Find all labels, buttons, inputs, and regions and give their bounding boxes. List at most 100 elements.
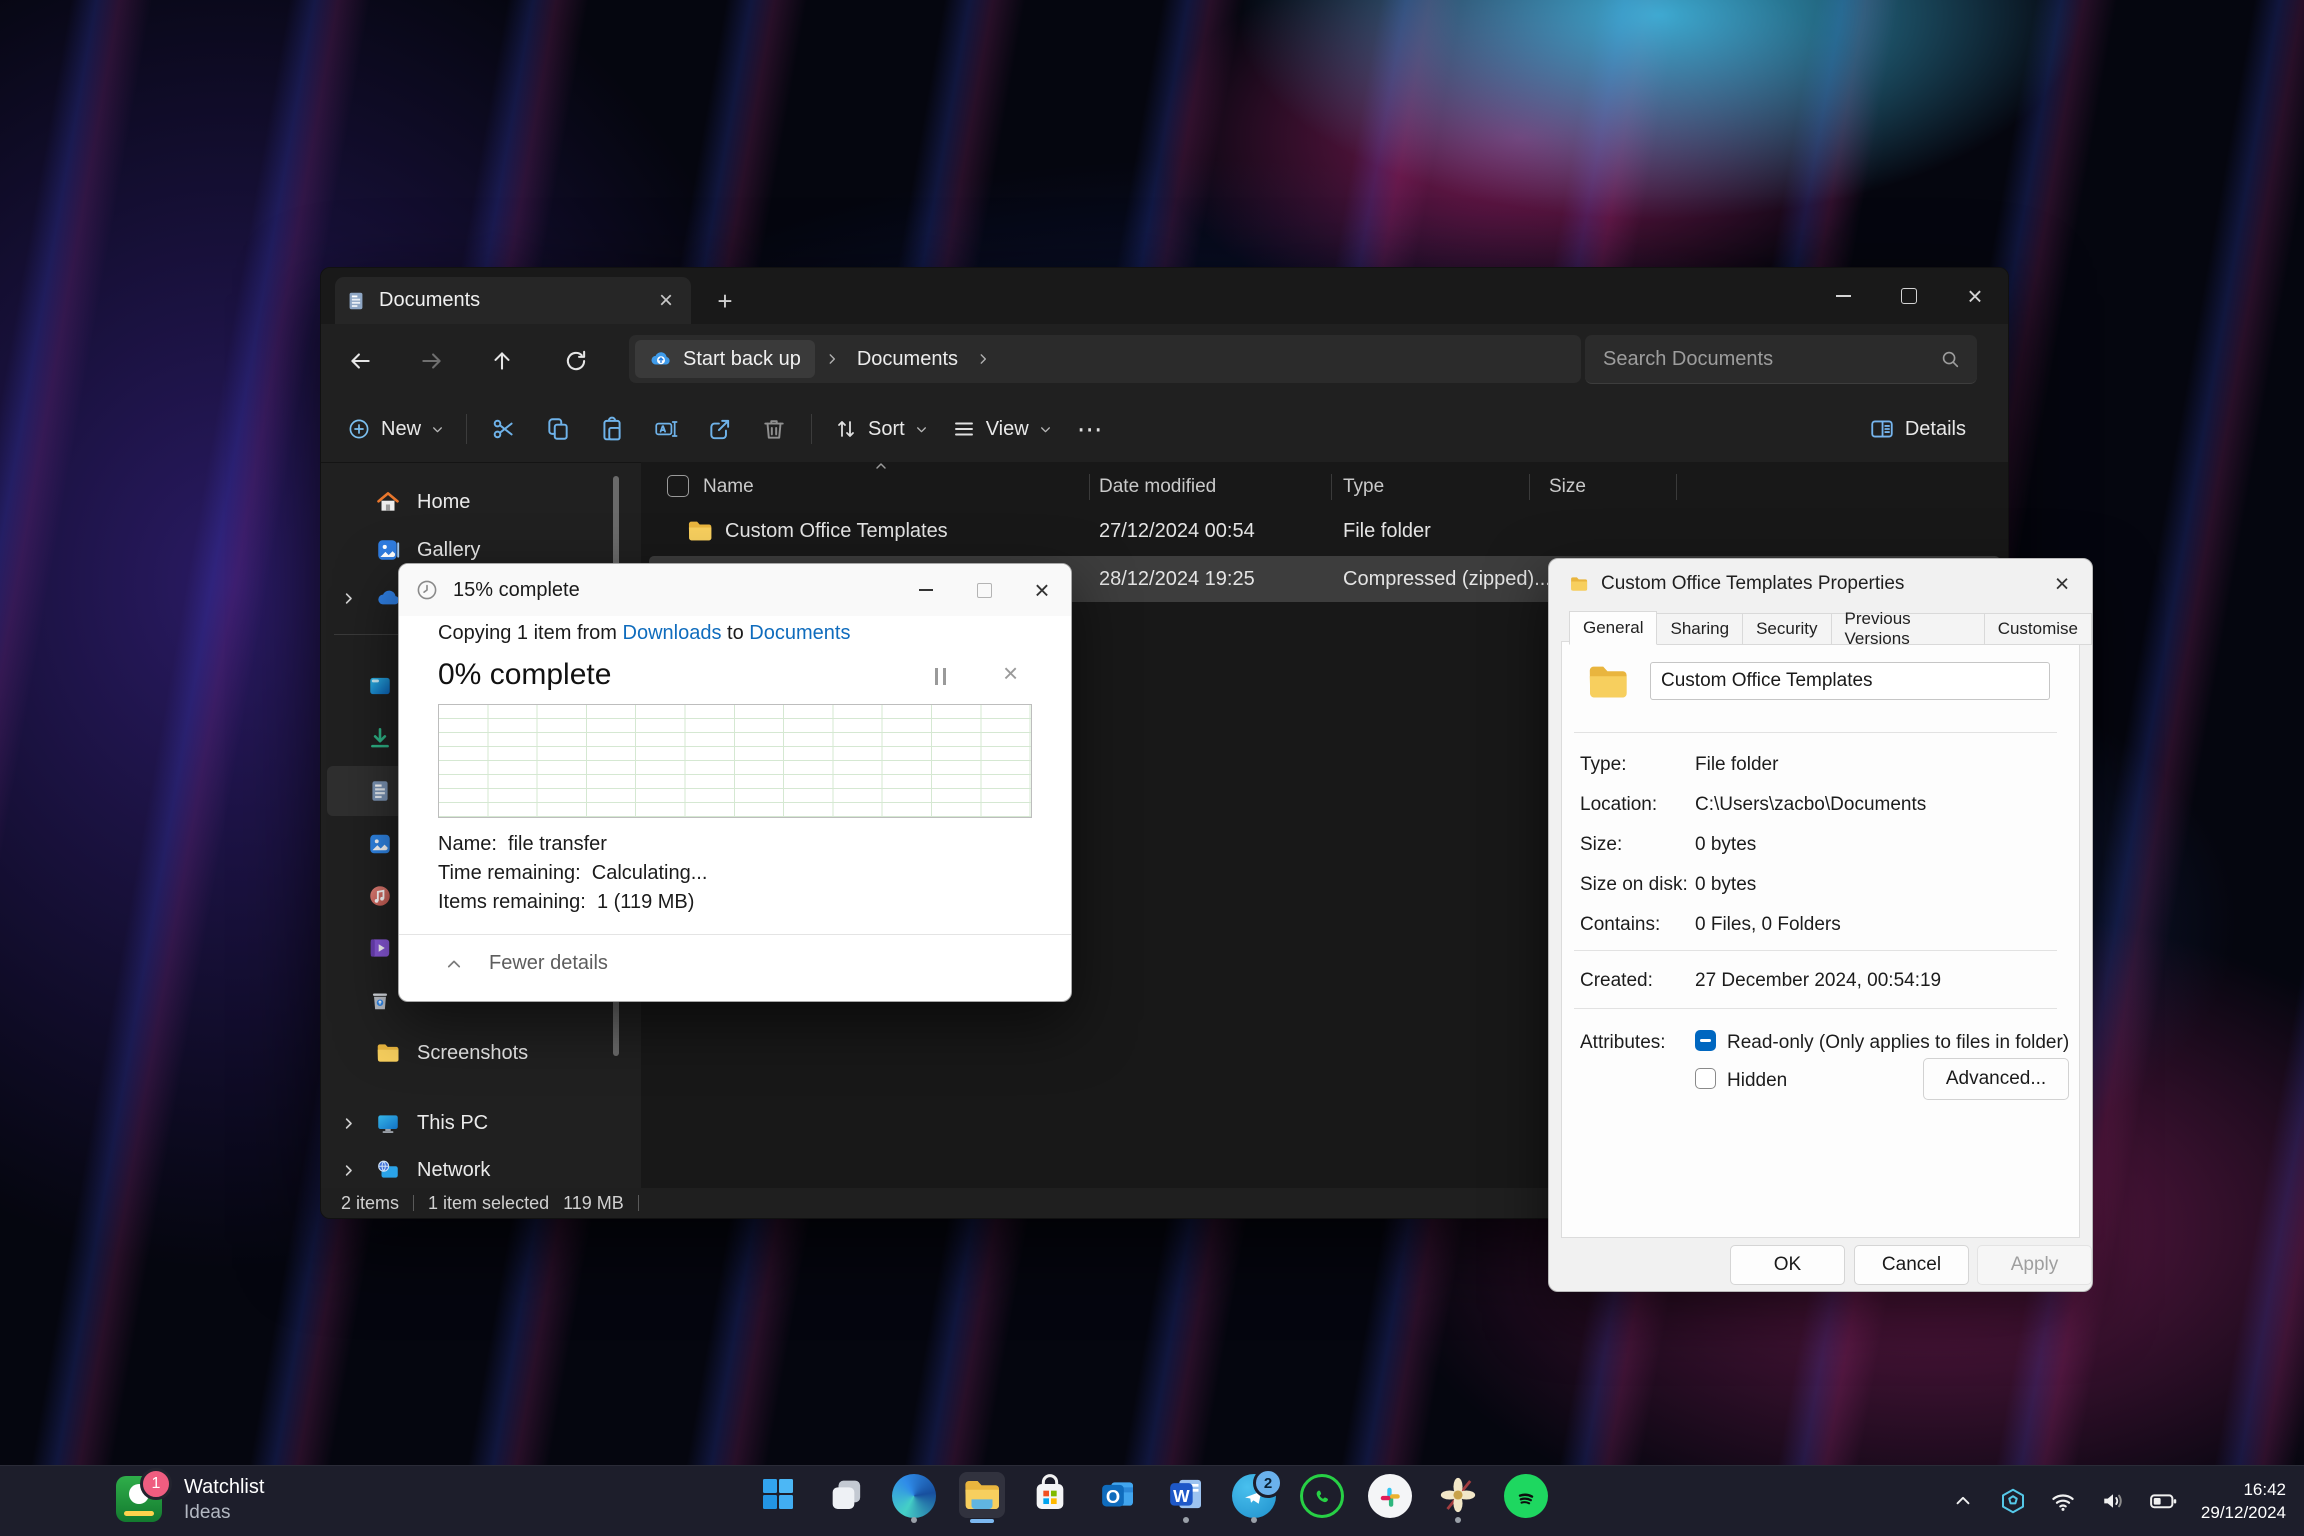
close-button[interactable]: × — [1013, 564, 1071, 616]
sidebar-item-network[interactable]: Network — [331, 1146, 621, 1194]
telegram-unread-badge: 2 — [1253, 1468, 1283, 1498]
tab-general[interactable]: General — [1569, 611, 1657, 645]
fewer-details-toggle[interactable]: Fewer details — [445, 952, 608, 975]
minimize-button[interactable] — [897, 564, 955, 616]
sidebar-item-recycle-bin[interactable] — [367, 987, 393, 1013]
tab-documents[interactable]: Documents × — [335, 277, 691, 324]
task-view-button[interactable] — [823, 1474, 869, 1524]
backup-breadcrumb-button[interactable]: Start back up — [635, 340, 815, 378]
home-icon — [375, 489, 401, 515]
wifi-icon[interactable] — [2045, 1483, 2081, 1519]
ok-button[interactable]: OK — [1730, 1245, 1845, 1285]
paste-button[interactable] — [592, 407, 632, 451]
source-folder-link[interactable]: Downloads — [623, 622, 722, 644]
percent-complete: 0% complete — [438, 658, 611, 692]
widgets-button[interactable]: 1 Watchlist Ideas — [116, 1476, 264, 1524]
copy-button[interactable] — [538, 407, 578, 451]
sidebar-item-videos[interactable] — [367, 935, 393, 961]
column-divider[interactable] — [1331, 474, 1332, 500]
taskbar-clock[interactable]: 16:42 29/12/2024 — [2201, 1478, 2286, 1524]
sidebar-item-downloads[interactable] — [367, 725, 393, 751]
cancel-button[interactable]: Cancel — [1854, 1245, 1969, 1285]
properties-general-page: Type: File folder Location: C:\Users\zac… — [1561, 641, 2080, 1238]
microsoft-store-icon[interactable] — [1027, 1474, 1073, 1524]
maximize-button[interactable] — [955, 564, 1013, 616]
whatsapp-icon[interactable] — [1299, 1474, 1345, 1524]
sidebar-item-home[interactable]: Home — [331, 478, 621, 526]
new-button[interactable]: New — [335, 407, 456, 451]
readonly-checkbox[interactable] — [1695, 1030, 1716, 1051]
cancel-copy-button[interactable]: × — [1003, 658, 1018, 689]
column-divider[interactable] — [1529, 474, 1530, 500]
file-date: 28/12/2024 19:25 — [1099, 554, 1255, 604]
cut-button[interactable] — [484, 407, 524, 451]
close-button[interactable]: × — [1942, 268, 2008, 324]
telegram-icon[interactable]: 2 — [1231, 1474, 1277, 1524]
tab-previous-versions[interactable]: Previous Versions — [1832, 613, 1985, 645]
file-explorer-icon[interactable] — [959, 1474, 1005, 1524]
pause-button[interactable] — [935, 668, 946, 685]
address-bar[interactable]: Start back up Documents — [629, 335, 1581, 383]
folder-name-field[interactable] — [1650, 662, 2050, 700]
flower-app-icon[interactable] — [1435, 1474, 1481, 1524]
clock-time: 16:42 — [2201, 1478, 2286, 1501]
slack-icon[interactable] — [1367, 1474, 1413, 1524]
details-pane-button[interactable]: Details — [1869, 416, 1966, 442]
new-tab-button[interactable]: + — [709, 286, 741, 318]
delete-button[interactable] — [754, 407, 794, 451]
field-label: Created: — [1580, 970, 1653, 991]
start-button[interactable] — [755, 1474, 801, 1524]
status-selected-size: 119 MB — [563, 1193, 624, 1214]
share-button[interactable] — [700, 407, 740, 451]
select-all-checkbox[interactable] — [667, 475, 689, 497]
refresh-button[interactable] — [559, 344, 593, 378]
sort-ascending-caret-icon — [873, 460, 889, 472]
more-options-button[interactable]: ⋯ — [1071, 407, 1111, 451]
maximize-button[interactable] — [1876, 268, 1942, 324]
tab-sharing[interactable]: Sharing — [1657, 613, 1743, 645]
sort-button[interactable]: Sort — [822, 407, 940, 451]
sidebar-item-desktop[interactable] — [367, 673, 393, 699]
apply-button[interactable]: Apply — [1977, 1245, 2092, 1285]
sidebar-item-music[interactable] — [367, 883, 393, 909]
edge-icon[interactable] — [891, 1474, 937, 1524]
word-icon[interactable]: W — [1163, 1474, 1209, 1524]
rename-button[interactable] — [646, 407, 686, 451]
column-divider[interactable] — [1089, 474, 1090, 500]
sidebar-item-this-pc[interactable]: This PC — [331, 1099, 621, 1147]
hidden-icons-chevron[interactable] — [1945, 1483, 1981, 1519]
field-label: Size on disk: — [1580, 874, 1688, 895]
column-header-type[interactable]: Type — [1343, 468, 1384, 506]
back-button[interactable] — [343, 344, 377, 378]
column-header-name[interactable]: Name — [703, 468, 754, 506]
outlook-icon[interactable]: O — [1095, 1474, 1141, 1524]
minimize-button[interactable] — [1810, 268, 1876, 324]
search-input[interactable] — [1585, 348, 1939, 371]
volume-icon[interactable] — [2095, 1483, 2131, 1519]
properties-tabs: General Sharing Security Previous Versio… — [1569, 611, 2092, 645]
cube-app-icon[interactable] — [1995, 1483, 2031, 1519]
copy-dialog-title: 15% complete — [453, 579, 580, 602]
tab-close-icon[interactable]: × — [651, 289, 681, 313]
hidden-checkbox[interactable] — [1695, 1068, 1716, 1089]
view-button[interactable]: View — [940, 407, 1064, 451]
forward-button[interactable] — [415, 344, 449, 378]
tab-customise[interactable]: Customise — [1985, 613, 2092, 645]
search-box — [1585, 335, 1977, 384]
up-button[interactable] — [485, 344, 519, 378]
sidebar-item-pictures[interactable] — [367, 831, 393, 857]
advanced-button[interactable]: Advanced... — [1923, 1058, 2069, 1100]
sidebar-this-pc-label: This PC — [417, 1112, 488, 1135]
tab-security[interactable]: Security — [1743, 613, 1831, 645]
battery-icon[interactable] — [2145, 1483, 2181, 1519]
spotify-icon[interactable] — [1503, 1474, 1549, 1524]
close-button[interactable]: × — [2032, 559, 2092, 609]
file-row-custom-office-templates[interactable]: Custom Office Templates 27/12/2024 00:54… — [641, 506, 2000, 556]
column-header-size[interactable]: Size — [1549, 468, 1586, 506]
destination-folder-link[interactable]: Documents — [749, 622, 850, 644]
breadcrumb-documents[interactable]: Documents — [849, 348, 966, 371]
sidebar-item-screenshots[interactable]: Screenshots — [331, 1029, 621, 1077]
column-divider[interactable] — [1676, 474, 1677, 500]
column-header-date[interactable]: Date modified — [1099, 468, 1216, 506]
sidebar-item-documents[interactable] — [367, 778, 393, 804]
